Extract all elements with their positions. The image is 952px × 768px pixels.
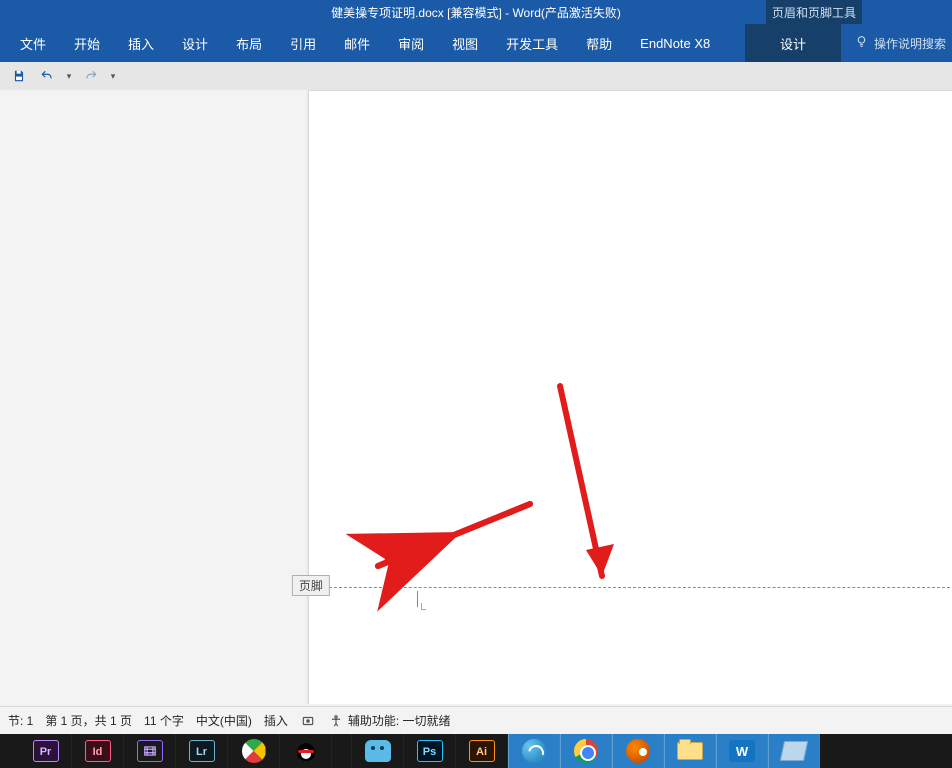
tab-file[interactable]: 文件	[6, 24, 60, 62]
taskbar-app-explorer[interactable]	[664, 734, 716, 768]
undo-icon	[40, 69, 54, 83]
tab-layout[interactable]: 布局	[222, 24, 276, 62]
undo-button[interactable]	[36, 65, 58, 87]
beachball-icon	[242, 739, 266, 763]
ribbon-tabs: 文件 开始 插入 设计 布局 引用 邮件 审阅 视图 开发工具 帮助 EndNo…	[0, 24, 952, 62]
photoshop-icon: Ps	[417, 740, 443, 762]
tell-me-label: 操作说明搜索	[874, 35, 946, 52]
status-bar: 节: 1 第 1 页，共 1 页 11 个字 中文(中国) 插入 辅助功能: 一…	[0, 706, 952, 734]
taskbar-app-illustrator[interactable]: Ai	[456, 734, 508, 768]
status-accessibility-label: 辅助功能: 一切就绪	[348, 712, 451, 729]
tab-developer[interactable]: 开发工具	[492, 24, 572, 62]
taskbar-app-premiere[interactable]: Pr	[20, 734, 72, 768]
lightroom-icon: Lr	[189, 740, 215, 762]
note-icon	[780, 741, 808, 761]
save-button[interactable]	[8, 65, 30, 87]
fox-browser-icon	[626, 739, 650, 763]
tab-review[interactable]: 审阅	[384, 24, 438, 62]
tab-insert[interactable]: 插入	[114, 24, 168, 62]
title-bar: 健美操专项证明.docx [兼容模式] - Word(产品激活失败) 页眉和页脚…	[0, 0, 952, 24]
qq-icon	[294, 739, 318, 763]
context-tools-label: 页眉和页脚工具	[766, 0, 862, 24]
tell-me-search[interactable]: 操作说明搜索	[855, 35, 946, 52]
tab-view[interactable]: 视图	[438, 24, 492, 62]
folder-icon	[677, 742, 703, 760]
tab-header-footer-design[interactable]: 设计	[745, 24, 841, 62]
quick-access-toolbar: ▾ ▾	[0, 62, 952, 90]
save-icon	[12, 69, 26, 83]
chrome-icon	[574, 739, 598, 763]
tab-home[interactable]: 开始	[60, 24, 114, 62]
page[interactable]: 页脚	[308, 90, 952, 704]
status-accessibility[interactable]: 辅助功能: 一切就绪	[328, 712, 451, 729]
taskbar-app-swirl[interactable]	[508, 734, 560, 768]
accessibility-icon	[328, 713, 344, 729]
taskbar-app-blue-mascot[interactable]	[352, 734, 404, 768]
status-section[interactable]: 节: 1	[8, 712, 33, 729]
blue-mascot-icon	[365, 740, 391, 762]
window-title: 健美操专项证明.docx [兼容模式] - Word(产品激活失败)	[331, 4, 621, 21]
status-page[interactable]: 第 1 页，共 1 页	[45, 712, 132, 729]
tab-mailings[interactable]: 邮件	[330, 24, 384, 62]
tab-help[interactable]: 帮助	[572, 24, 626, 62]
illustrator-icon: Ai	[469, 740, 495, 762]
taskbar-app-notes[interactable]	[768, 734, 820, 768]
status-insert-mode[interactable]: 插入	[264, 712, 288, 729]
tab-design[interactable]: 设计	[168, 24, 222, 62]
premiere-icon: Pr	[33, 740, 59, 762]
wps-icon: W	[729, 740, 755, 762]
footer-boundary-line	[309, 587, 952, 588]
taskbar-app-media-encoder[interactable]	[124, 734, 176, 768]
status-language[interactable]: 中文(中国)	[196, 712, 252, 729]
macro-record-icon[interactable]	[300, 713, 316, 729]
undo-dropdown[interactable]: ▾	[64, 71, 74, 82]
lightbulb-icon	[855, 35, 868, 51]
media-encoder-icon	[137, 740, 163, 762]
status-word-count[interactable]: 11 个字	[144, 712, 184, 729]
qat-customize-dropdown[interactable]: ▾	[108, 71, 118, 82]
footer-tag[interactable]: 页脚	[292, 575, 330, 596]
document-area[interactable]: 页脚	[0, 90, 952, 704]
redo-button[interactable]	[80, 65, 102, 87]
swirl-icon	[522, 739, 546, 763]
text-cursor	[417, 591, 423, 607]
taskbar-app-browser-fox[interactable]	[612, 734, 664, 768]
tab-endnote[interactable]: EndNote X8	[626, 24, 724, 62]
taskbar-app-wps[interactable]: W	[716, 734, 768, 768]
tab-references[interactable]: 引用	[276, 24, 330, 62]
taskbar-app-indesign[interactable]: Id	[72, 734, 124, 768]
taskbar-app-beachball[interactable]	[228, 734, 280, 768]
taskbar-app-chrome[interactable]	[560, 734, 612, 768]
redo-icon	[84, 69, 98, 83]
taskbar-app-lightroom[interactable]: Lr	[176, 734, 228, 768]
taskbar-app-qq[interactable]	[280, 734, 332, 768]
indesign-icon: Id	[85, 740, 111, 762]
taskbar-app-photoshop[interactable]: Ps	[404, 734, 456, 768]
taskbar: Pr Id Lr Ps Ai W	[0, 734, 952, 768]
